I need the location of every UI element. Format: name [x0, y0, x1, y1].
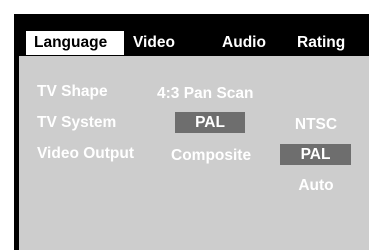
video-output-label: Video Output	[37, 145, 135, 162]
tab-rating[interactable]: Rating	[289, 31, 369, 55]
tv-system-current[interactable]: PAL	[175, 112, 245, 133]
tab-language[interactable]: Language	[26, 31, 124, 55]
video-output-option-pal[interactable]: PAL	[280, 144, 351, 165]
video-output-current[interactable]: Composite	[171, 147, 251, 165]
video-output-option-auto[interactable]: Auto	[290, 177, 342, 195]
tv-shape-value[interactable]: 4:3 Pan Scan	[157, 85, 254, 103]
tv-shape-label: TV Shape	[37, 83, 108, 100]
tab-video[interactable]: Video	[125, 31, 197, 55]
tv-system-option-ntsc[interactable]: NTSC	[290, 116, 342, 134]
tv-system-label: TV System	[37, 114, 117, 131]
tab-audio[interactable]: Audio	[206, 31, 282, 55]
